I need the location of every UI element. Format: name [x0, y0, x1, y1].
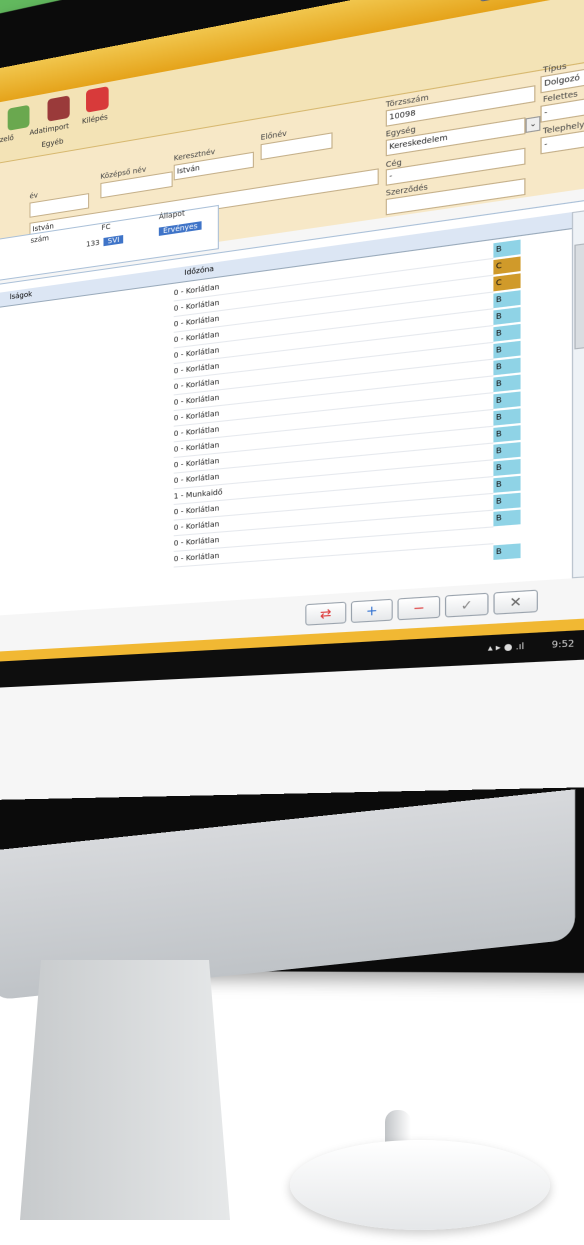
add-button[interactable]: +	[350, 598, 393, 624]
row-flag: B	[493, 340, 521, 359]
row-flag: B	[493, 475, 521, 493]
row-flag: B	[493, 492, 521, 510]
row-flag: B	[493, 391, 521, 409]
row-flag: B	[493, 290, 521, 309]
power-icon[interactable]	[86, 86, 109, 113]
column-header: FC	[101, 222, 111, 233]
row-flag: B	[493, 509, 521, 527]
column-header: Időzóna	[184, 264, 214, 278]
cancel-button[interactable]: ✕	[493, 589, 538, 615]
row-flag: C	[493, 273, 521, 292]
clock: 9:52	[551, 638, 575, 650]
toolbar-button-label: Adatimport	[29, 121, 69, 138]
ribbon-group-label: Egyéb	[41, 137, 64, 150]
row-flag: B	[493, 323, 521, 342]
remove-button[interactable]: −	[397, 595, 441, 621]
szerzodes-field[interactable]	[385, 178, 526, 216]
row-flag: B	[493, 307, 521, 325]
minimize-button[interactable]: –	[480, 0, 510, 2]
row-flag: C	[493, 256, 521, 275]
ok-button[interactable]: ✓	[444, 592, 489, 618]
column-header: lságok	[9, 290, 33, 302]
row-flag: B	[493, 374, 521, 393]
chevron-down-icon[interactable]: ⌄	[525, 115, 541, 134]
nev-label: év	[29, 191, 38, 201]
toolbar-button-label: zelő	[0, 133, 14, 145]
fc-cell[interactable]: SVI	[103, 234, 124, 247]
status-badge[interactable]: Érvényes	[158, 221, 202, 236]
row-flag: B	[493, 425, 521, 443]
row-flag: B	[493, 442, 521, 460]
mouse	[290, 1140, 550, 1230]
column-header: szám	[30, 233, 49, 245]
row-flag: B	[493, 543, 521, 560]
person-icon[interactable]	[7, 104, 30, 131]
vertical-scrollbar[interactable]	[571, 209, 584, 579]
database-icon[interactable]	[47, 95, 70, 122]
app-window: – ▢ ✕ zelő Adatimport Kilépés Egyéb Törz…	[0, 0, 584, 800]
row-flag: B	[493, 459, 521, 477]
tray-icons[interactable]: ▴ ▸ ● .ıl	[488, 641, 524, 653]
refresh-button[interactable]: ⇄	[305, 601, 347, 626]
monitor-stand	[20, 960, 230, 1220]
toolbar-button-label: Kilépés	[81, 112, 108, 126]
card-number: 133	[86, 238, 100, 249]
row-flag: B	[493, 239, 521, 258]
scrollbar-thumb[interactable]	[574, 243, 584, 350]
row-flag: B	[493, 357, 521, 376]
row-flag: B	[493, 408, 521, 426]
